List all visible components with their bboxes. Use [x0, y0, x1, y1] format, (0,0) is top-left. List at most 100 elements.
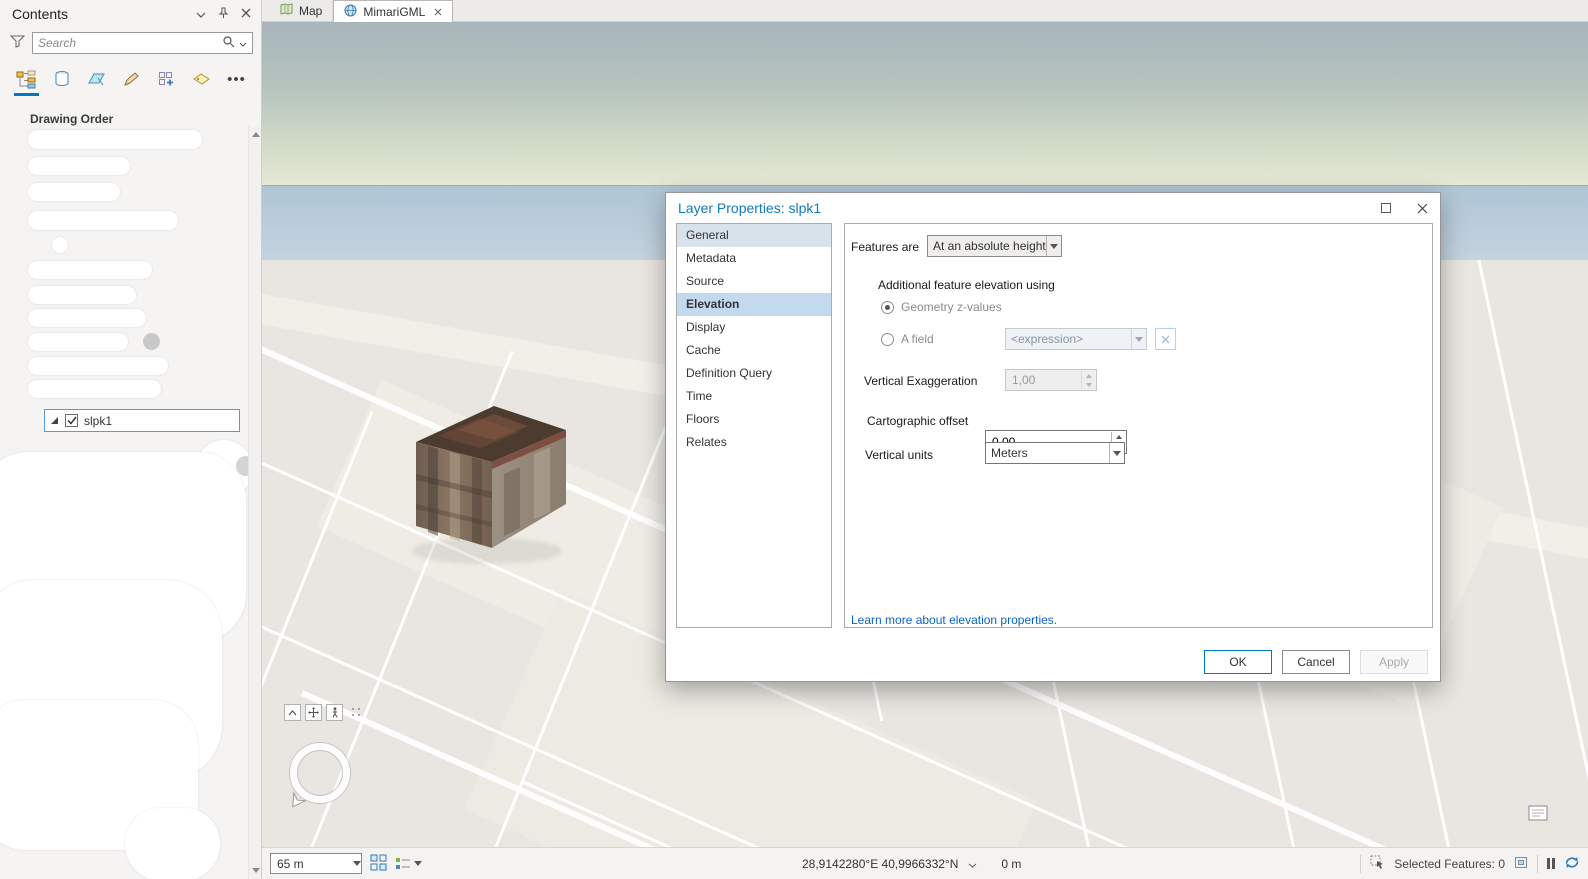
filter-icon[interactable] [9, 35, 26, 51]
radio-unselected-icon[interactable] [881, 332, 894, 346]
list-by-snapping-icon[interactable] [152, 66, 181, 92]
layer-label: slpk1 [84, 413, 113, 428]
maximize-icon[interactable] [1368, 193, 1404, 223]
redacted-layer-item [28, 211, 178, 230]
snapping-toggle-icon[interactable] [370, 854, 387, 874]
dialog-nav-time[interactable]: Time [677, 385, 831, 408]
redacted-layer-item [28, 157, 130, 175]
layer-item-slpk1[interactable]: slpk1 [44, 409, 240, 432]
nav-drag-handle[interactable] [352, 708, 361, 717]
additional-elevation-label: Additional feature elevation using [878, 278, 1055, 292]
pause-drawing-icon[interactable] [1547, 858, 1555, 869]
dialog-nav-relates[interactable]: Relates [677, 431, 831, 454]
status-bar: 65 m 28,9142280°E 40,9966332°N 0 m Selec… [262, 847, 1588, 879]
scale-value: 65 m [277, 856, 304, 871]
list-by-source-icon[interactable] [47, 66, 76, 92]
view-tabstrip: Map MimariGML [262, 0, 1588, 22]
coordinates-text: 28,9142280°E 40,9966332°N [802, 856, 959, 871]
dialog-title: Layer Properties: slpk1 [678, 200, 822, 216]
selection-cursor-icon[interactable] [1370, 855, 1385, 872]
list-by-selection-icon[interactable] [82, 66, 111, 92]
redacted-layer-item [28, 333, 128, 351]
ok-button[interactable]: OK [1204, 650, 1272, 674]
expression-value: <expression> [1011, 332, 1084, 346]
scroll-down-icon[interactable] [252, 868, 260, 873]
more-options-icon[interactable]: ••• [222, 66, 251, 92]
contents-header: Contents [0, 0, 261, 28]
dialog-nav-definition-query[interactable]: Definition Query [677, 362, 831, 385]
cancel-button[interactable]: Cancel [1282, 650, 1350, 674]
search-icon[interactable] [222, 35, 235, 51]
dialog-nav-source[interactable]: Source [677, 270, 831, 293]
message-icon[interactable] [1528, 805, 1548, 824]
walk-mode-icon[interactable] [326, 704, 343, 721]
redacted-layer-item [28, 261, 152, 279]
chevron-down-icon[interactable] [968, 857, 977, 871]
learn-more-link[interactable]: Learn more about elevation properties. [851, 613, 1057, 627]
dialog-nav-floors[interactable]: Floors [677, 408, 831, 431]
chevron-down-icon [1046, 236, 1061, 256]
tab-map[interactable]: Map [270, 0, 334, 21]
chevron-down-icon [1109, 443, 1124, 463]
tab-mimarigml-label: MimariGML [363, 4, 426, 19]
redacted-layer-item [28, 286, 136, 304]
coordinate-readout[interactable]: 28,9142280°E 40,9966332°N 0 m [802, 857, 1021, 871]
tab-mimarigml[interactable]: MimariGML [333, 0, 454, 22]
scale-dropdown[interactable]: 65 m [270, 853, 362, 874]
contents-panel: Contents ••• Drawing Order [0, 0, 262, 879]
radio-selected-icon[interactable] [881, 300, 894, 314]
dialog-close-icon[interactable] [1404, 193, 1440, 223]
expander-icon[interactable] [50, 416, 59, 425]
contents-toolbar: ••• [0, 56, 261, 96]
search-options-chevron-icon[interactable] [239, 36, 247, 50]
layer-checkbox[interactable] [65, 414, 78, 427]
chevron-down-icon [353, 861, 361, 866]
redacted-layer-item [28, 357, 168, 375]
features-are-dropdown[interactable]: At an absolute height [927, 235, 1062, 257]
list-by-drawing-order-icon[interactable] [12, 66, 41, 96]
a-field-radio[interactable]: A field [881, 332, 934, 346]
vertical-units-label: Vertical units [865, 448, 934, 462]
look-up-icon[interactable] [284, 704, 301, 721]
selection-box-icon[interactable] [1514, 856, 1528, 872]
dialog-nav-cache[interactable]: Cache [677, 339, 831, 362]
building-model[interactable] [408, 396, 573, 558]
expression-dropdown[interactable]: <expression> [1005, 328, 1147, 350]
list-by-labeling-icon[interactable] [187, 66, 216, 92]
dialog-nav-general[interactable]: General [677, 224, 831, 247]
list-by-editing-icon[interactable] [117, 66, 146, 92]
dialog-buttons: OK Cancel Apply [1204, 650, 1428, 674]
navigation-compass[interactable] [290, 743, 350, 808]
features-are-value: At an absolute height [933, 239, 1046, 253]
dialog-nav-metadata[interactable]: Metadata [677, 247, 831, 270]
dialog-nav-display[interactable]: Display [677, 316, 831, 339]
apply-button[interactable]: Apply [1360, 650, 1428, 674]
spinner-icons [1081, 371, 1095, 389]
vertical-exaggeration-label: Vertical Exaggeration [864, 374, 978, 388]
elevation-readout: 0 m [1001, 856, 1022, 871]
geometry-z-values-radio[interactable]: Geometry z-values [881, 300, 1002, 314]
full-control-icon[interactable] [305, 704, 322, 721]
search-input[interactable] [38, 36, 218, 50]
vertical-units-value: Meters [991, 446, 1028, 460]
refresh-icon[interactable] [1564, 855, 1580, 873]
statusbar-right-group: Selected Features: 0 [1360, 854, 1580, 873]
display-options-icon[interactable] [395, 857, 422, 871]
clear-expression-button[interactable] [1155, 328, 1176, 350]
dialog-nav-elevation[interactable]: Elevation [677, 293, 831, 316]
close-icon[interactable] [241, 7, 251, 21]
selected-features-label: Selected Features: 0 [1394, 856, 1505, 871]
dialog-titlebar[interactable]: Layer Properties: slpk1 [666, 193, 1440, 223]
redacted-layer-item [28, 130, 202, 149]
chevron-down-icon [1131, 329, 1146, 349]
features-are-label: Features are [851, 240, 920, 254]
chevron-down-icon[interactable] [196, 7, 206, 21]
pin-icon[interactable] [218, 7, 229, 22]
redacted-dot [143, 333, 160, 350]
cartographic-offset-label: Cartographic offset [867, 414, 969, 428]
scroll-up-icon[interactable] [252, 132, 260, 137]
vertical-exaggeration-input [1005, 369, 1097, 391]
tab-close-icon[interactable] [434, 5, 442, 19]
vertical-units-dropdown[interactable]: Meters [985, 442, 1125, 464]
contents-scrollbar[interactable] [248, 126, 261, 879]
